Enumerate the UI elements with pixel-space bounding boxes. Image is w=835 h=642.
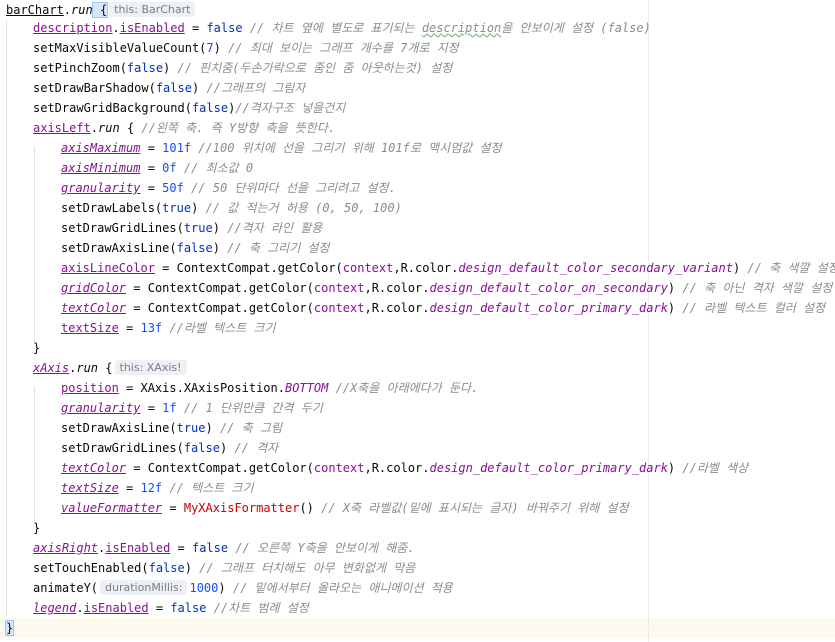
right-margin-guide — [648, 0, 649, 642]
code-line: setPinchZoom(false) // 핀치줌(두손가락으로 줌인 줌 아… — [33, 61, 453, 75]
code-line: position = XAxis.XAxisPosition.BOTTOM //… — [61, 381, 479, 395]
code-line: } — [4, 618, 15, 638]
code-line: textColor = ContextCompat.getColor(conte… — [61, 461, 749, 475]
code-line: setDrawAxisLine(true) // 축 그림 — [61, 421, 282, 435]
code-line: granularity = 1f // 1 단위만큼 간격 두기 — [61, 401, 323, 415]
code-line: setTouchEnabled(false) // 그래프 터치해도 아무 변화… — [33, 561, 416, 575]
code-line: description.isEnabled = false // 차트 옆에 별… — [33, 21, 651, 35]
current-line-highlight — [0, 618, 835, 638]
code-line: setMaxVisibleValueCount(7) // 최대 보이는 그래프… — [33, 41, 459, 55]
code-line: granularity = 50f // 50 단위마다 선을 그리려고 설정. — [61, 181, 396, 195]
code-line: setDrawGridLines(true) //격자 라인 활용 — [61, 221, 323, 235]
inlay-hint: this: BarChart — [109, 2, 196, 17]
code-line: textSize = 12f // 텍스트 크기 — [61, 481, 254, 495]
code-line: axisRight.isEnabled = false // 오른쪽 Y축을 안… — [33, 541, 415, 555]
code-line: xAxis.run {this: XAxis! — [33, 358, 189, 378]
matched-brace: } — [4, 620, 15, 636]
code-line: setDrawGridBackground(false)//격자구조 넣을건지 — [33, 101, 346, 115]
code-line: setDrawLabels(true) // 값 적는거 허용 (0, 50, … — [61, 201, 402, 215]
code-line: axisMaximum = 101f //100 위치에 선을 그리기 위해 1… — [61, 141, 502, 155]
inlay-hint: durationMillis: — [100, 580, 188, 595]
code-line: axisLeft.run { //왼쪽 축. 즉 Y방향 축을 뜻한다. — [33, 121, 336, 135]
code-line: legend.isEnabled = false //차트 범례 설정 — [33, 601, 309, 615]
code-line: barChart.run {this: BarChart — [6, 0, 197, 20]
code-line: gridColor = ContextCompat.getColor(conte… — [61, 281, 833, 295]
code-line: setDrawAxisLine(false) // 축 그리기 설정 — [61, 241, 330, 255]
code-line: setDrawBarShadow(false) //그래프의 그림자 — [33, 81, 306, 95]
code-line: animateY(durationMillis: 1000) // 밑에서부터 올… — [33, 580, 453, 595]
matched-brace: { — [91, 2, 109, 18]
code-line: textSize = 13f //라벨 텍스트 크기 — [61, 321, 276, 335]
code-line: valueFormatter = MyXAxisFormatter() // X… — [61, 501, 629, 515]
code-line: textColor = ContextCompat.getColor(conte… — [61, 301, 826, 315]
code-line: } — [33, 521, 41, 535]
code-line: setDrawGridLines(false) // 격자 — [61, 441, 279, 455]
indent-guide — [34, 386, 35, 522]
code-line: axisMinimum = 0f // 최소값 0 — [61, 161, 254, 175]
indent-guide — [34, 146, 35, 342]
code-line: } — [33, 341, 41, 355]
code-line: axisLineColor = ContextCompat.getColor(c… — [61, 261, 835, 275]
inlay-hint: this: XAxis! — [114, 360, 187, 375]
indent-guide — [6, 20, 7, 616]
